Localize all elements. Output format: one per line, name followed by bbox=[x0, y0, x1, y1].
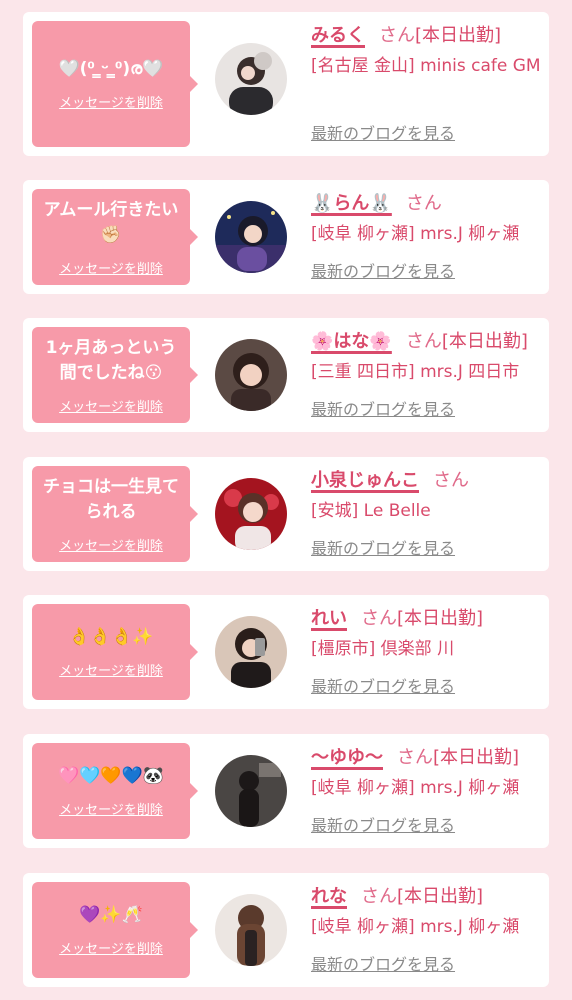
shop-name: [三重 四日市] mrs.J 四日市 bbox=[311, 362, 520, 382]
message-card: 1ヶ月あっという間でしたね😗 メッセージを削除 🌸はな🌸 さん[本日出勤] [三重… bbox=[23, 318, 549, 432]
message-card: 🩷🩵🧡💙🐼 メッセージを削除 〜ゆゆ〜 さん[本日出勤] [岐阜 柳ヶ瀬] mrs… bbox=[23, 734, 549, 848]
delete-message-link[interactable]: メッセージを削除 bbox=[59, 535, 163, 554]
latest-blog-link[interactable]: 最新のブログを見る bbox=[311, 812, 455, 836]
girl-info: れな さん[本日出勤] [岐阜 柳ヶ瀬] mrs.J 柳ヶ瀬 bbox=[311, 883, 543, 941]
message-text: チョコは一生見てられる bbox=[43, 476, 179, 522]
girl-info: 🐰らん🐰 さん [岐阜 柳ヶ瀬] mrs.J 柳ヶ瀬 bbox=[311, 190, 543, 248]
avatar[interactable] bbox=[215, 339, 287, 411]
status-badge: [本日出勤] bbox=[433, 747, 520, 768]
girl-name-link[interactable]: みるく bbox=[311, 25, 365, 46]
delete-message-link[interactable]: メッセージを削除 bbox=[59, 258, 163, 277]
message-card: 💜✨🥂 メッセージを削除 れな さん[本日出勤] [岐阜 柳ヶ瀬] mrs.J 柳… bbox=[23, 873, 549, 987]
shop-name: [岐阜 柳ヶ瀬] mrs.J 柳ヶ瀬 bbox=[311, 224, 520, 244]
shop-name: [橿原市] 倶楽部 川 bbox=[311, 639, 455, 659]
person-photo-icon bbox=[215, 755, 287, 827]
girl-info: れい さん[本日出勤] [橿原市] 倶楽部 川 bbox=[311, 605, 543, 663]
message-text: 💜✨🥂 bbox=[79, 905, 143, 925]
shop-name: [岐阜 柳ヶ瀬] mrs.J 柳ヶ瀬 bbox=[311, 917, 520, 937]
message-text: 👌👌👌✨ bbox=[68, 627, 154, 647]
honorific: さん bbox=[397, 747, 433, 768]
message-card: 🤍(⁰ ̳ᵕ ̳⁰)ര🤍 メッセージを削除 みるく さん[本日出勤] [名古屋 金… bbox=[23, 12, 549, 156]
latest-blog-link[interactable]: 最新のブログを見る bbox=[311, 396, 455, 420]
honorific: さん bbox=[379, 25, 415, 46]
delete-message-link[interactable]: メッセージを削除 bbox=[59, 92, 163, 111]
honorific: さん bbox=[405, 331, 442, 352]
latest-blog-link[interactable]: 最新のブログを見る bbox=[311, 535, 455, 559]
message-text: 🩷🩵🧡💙🐼 bbox=[58, 766, 164, 786]
person-photo-icon bbox=[215, 201, 287, 273]
girl-info: 〜ゆゆ〜 さん[本日出勤] [岐阜 柳ヶ瀬] mrs.J 柳ヶ瀬 bbox=[311, 744, 543, 802]
message-list: 🤍(⁰ ̳ᵕ ̳⁰)ര🤍 メッセージを削除 みるく さん[本日出勤] [名古屋 金… bbox=[0, 0, 572, 1000]
message-card: 👌👌👌✨ メッセージを削除 れい さん[本日出勤] [橿原市] 倶楽部 川 最新の… bbox=[23, 595, 549, 709]
girl-info: 小泉じゅんこ さん [安城] Le Belle bbox=[311, 467, 543, 525]
message-bubble: 🩷🩵🧡💙🐼 メッセージを削除 bbox=[32, 743, 198, 839]
girl-name-link[interactable]: 〜ゆゆ〜 bbox=[311, 747, 383, 768]
girl-name-link[interactable]: 小泉じゅんこ bbox=[311, 470, 419, 491]
message-text: 1ヶ月あっという間でしたね😗 bbox=[45, 337, 177, 383]
message-text: 🤍(⁰ ̳ᵕ ̳⁰)ര🤍 bbox=[58, 59, 164, 79]
person-photo-icon bbox=[215, 43, 287, 115]
message-text: アムール行きたい✊🏻 bbox=[43, 199, 179, 245]
latest-blog-link[interactable]: 最新のブログを見る bbox=[311, 120, 455, 144]
delete-message-link[interactable]: メッセージを削除 bbox=[59, 799, 163, 818]
person-photo-icon bbox=[215, 894, 287, 966]
latest-blog-link[interactable]: 最新のブログを見る bbox=[311, 951, 455, 975]
girl-info: みるく さん[本日出勤] [名古屋 金山] minis cafe GM bbox=[311, 22, 543, 80]
message-bubble: アムール行きたい✊🏻 メッセージを削除 bbox=[32, 189, 198, 285]
person-photo-icon bbox=[215, 478, 287, 550]
avatar[interactable] bbox=[215, 201, 287, 273]
message-bubble: 💜✨🥂 メッセージを削除 bbox=[32, 882, 198, 978]
message-bubble: 1ヶ月あっという間でしたね😗 メッセージを削除 bbox=[32, 327, 198, 423]
message-bubble: 🤍(⁰ ̳ᵕ ̳⁰)ര🤍 メッセージを削除 bbox=[32, 21, 198, 147]
message-bubble: チョコは一生見てられる メッセージを削除 bbox=[32, 466, 198, 562]
honorific: さん bbox=[361, 886, 397, 907]
avatar[interactable] bbox=[215, 616, 287, 688]
girl-name-link[interactable]: 🌸はな🌸 bbox=[311, 331, 392, 352]
avatar[interactable] bbox=[215, 894, 287, 966]
delete-message-link[interactable]: メッセージを削除 bbox=[59, 938, 163, 957]
status-badge: [本日出勤] bbox=[441, 331, 528, 352]
girl-name-link[interactable]: れい bbox=[311, 608, 347, 629]
honorific: さん bbox=[433, 470, 469, 491]
message-card: チョコは一生見てられる メッセージを削除 小泉じゅんこ さん [安城] Le Be… bbox=[23, 457, 549, 571]
honorific: さん bbox=[361, 608, 397, 629]
girl-name-link[interactable]: 🐰らん🐰 bbox=[311, 193, 392, 214]
shop-name: [安城] Le Belle bbox=[311, 501, 431, 521]
delete-message-link[interactable]: メッセージを削除 bbox=[59, 396, 163, 415]
shop-name: [名古屋 金山] minis cafe GM bbox=[311, 56, 541, 76]
status-badge: [本日出勤] bbox=[397, 608, 484, 629]
status-badge: [本日出勤] bbox=[415, 25, 502, 46]
girl-name-link[interactable]: れな bbox=[311, 886, 347, 907]
message-bubble: 👌👌👌✨ メッセージを削除 bbox=[32, 604, 198, 700]
person-photo-icon bbox=[215, 616, 287, 688]
person-photo-icon bbox=[215, 339, 287, 411]
girl-info: 🌸はな🌸 さん[本日出勤] [三重 四日市] mrs.J 四日市 bbox=[311, 328, 543, 386]
status-badge: [本日出勤] bbox=[397, 886, 484, 907]
delete-message-link[interactable]: メッセージを削除 bbox=[59, 660, 163, 679]
avatar[interactable] bbox=[215, 43, 287, 115]
shop-name: [岐阜 柳ヶ瀬] mrs.J 柳ヶ瀬 bbox=[311, 778, 520, 798]
avatar[interactable] bbox=[215, 478, 287, 550]
latest-blog-link[interactable]: 最新のブログを見る bbox=[311, 258, 455, 282]
avatar[interactable] bbox=[215, 755, 287, 827]
message-card: アムール行きたい✊🏻 メッセージを削除 🐰らん🐰 さん [岐阜 柳ヶ瀬] mrs.… bbox=[23, 180, 549, 294]
latest-blog-link[interactable]: 最新のブログを見る bbox=[311, 673, 455, 697]
honorific: さん bbox=[405, 193, 442, 214]
